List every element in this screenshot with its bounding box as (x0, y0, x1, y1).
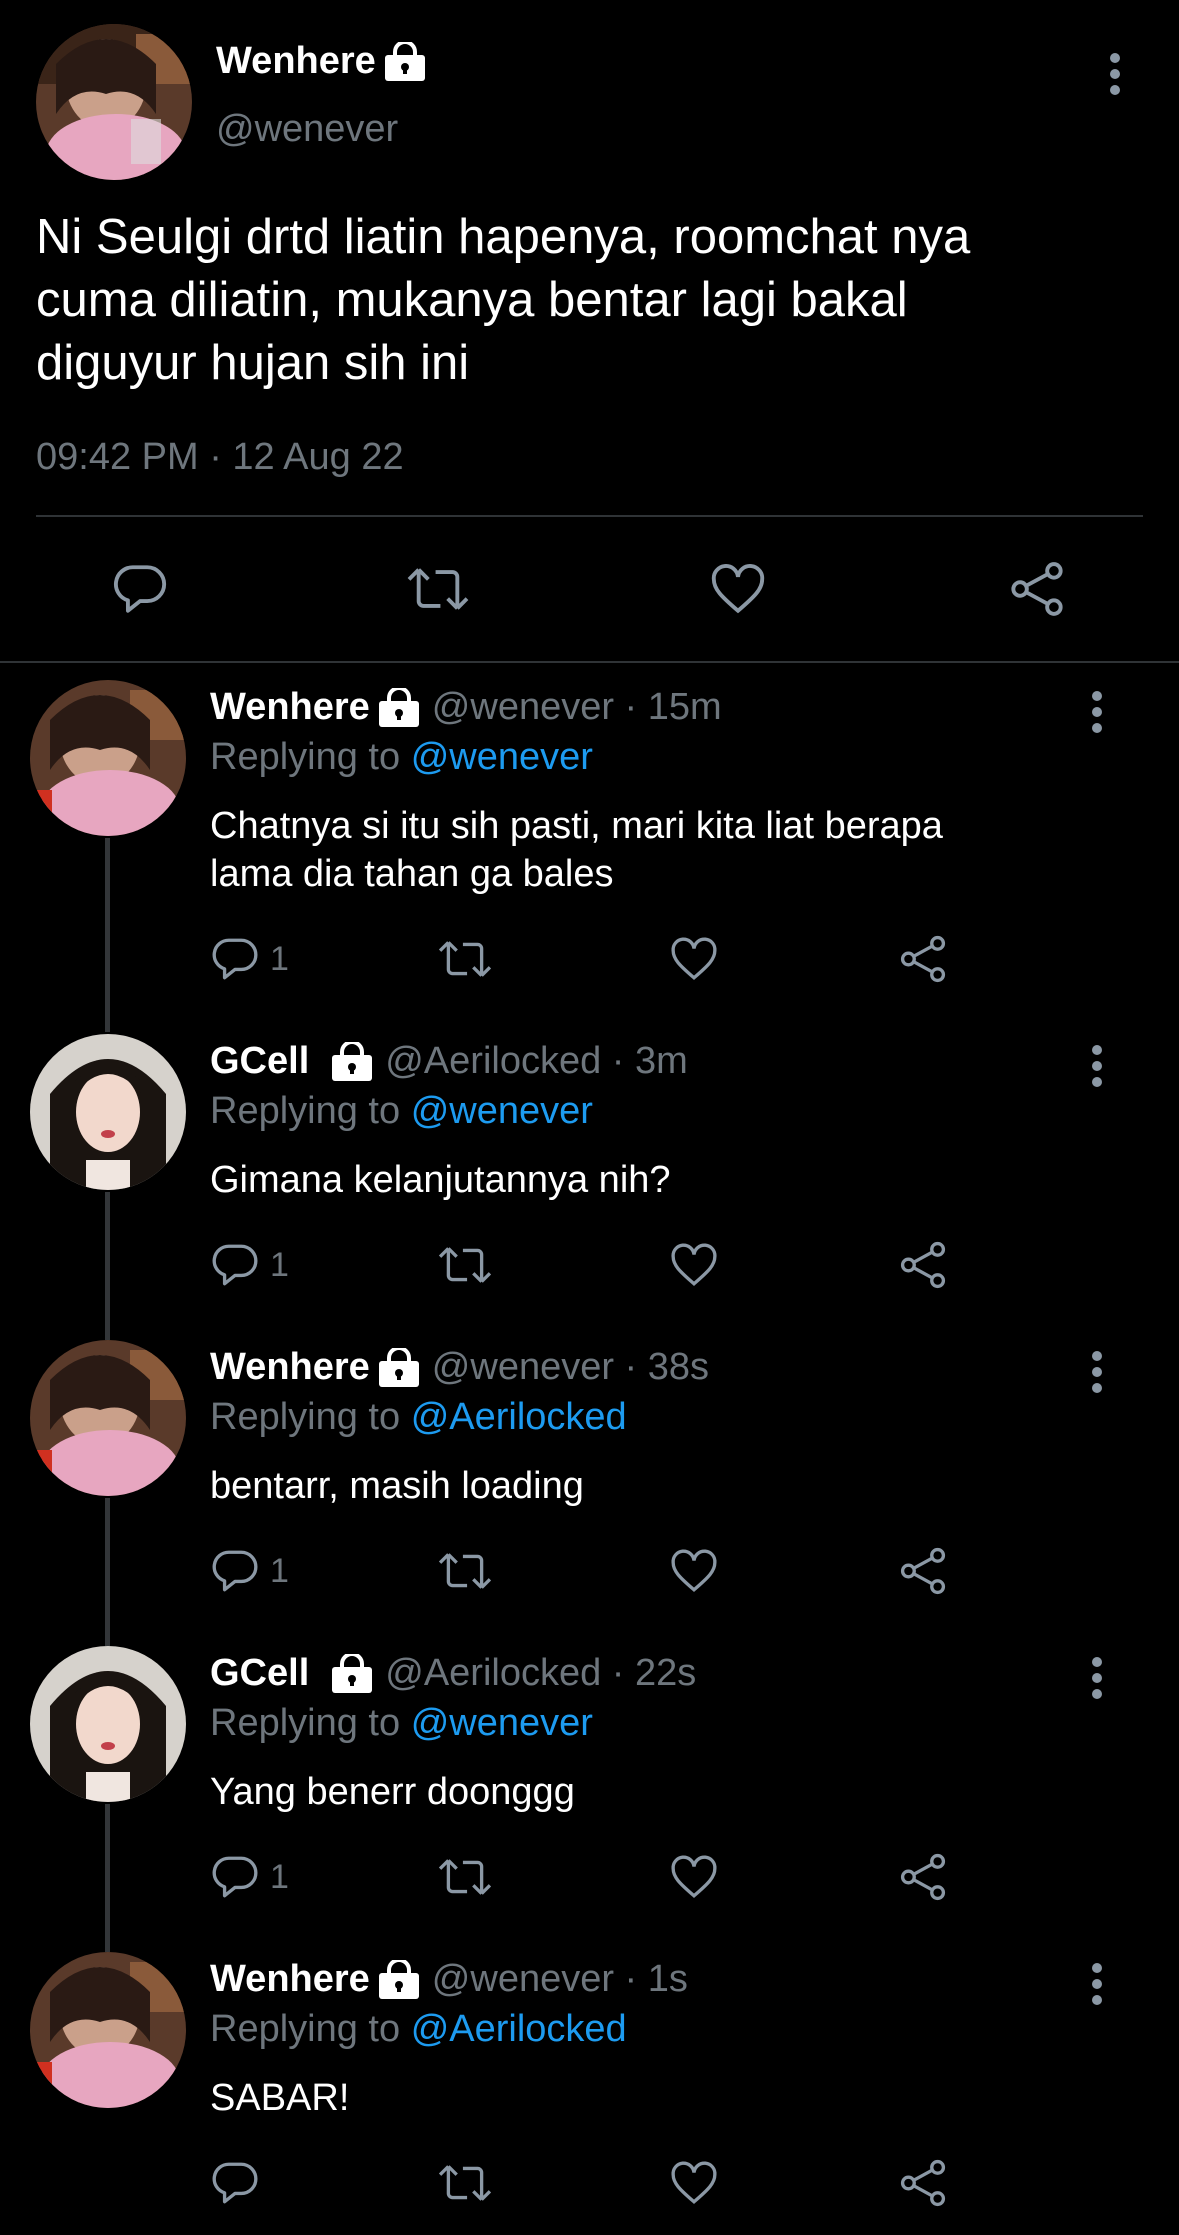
reply-text-line: Chatnya si itu sih pasti, mari kita liat… (210, 805, 943, 847)
more-icon[interactable] (1086, 1656, 1108, 1700)
replying-to-handle[interactable]: @wenever (411, 736, 593, 778)
retweet-icon[interactable] (438, 1240, 492, 1290)
divider (36, 515, 1143, 517)
replying-to-handle[interactable]: @Aerilocked (411, 2008, 627, 2050)
tweet-text-line: cuma diliatin, mukanya bentar lagi bakal (36, 273, 908, 327)
share-icon[interactable] (898, 1852, 948, 1902)
tweet-text: Ni Seulgi drtd liatin hapenya, roomchat … (36, 206, 970, 395)
thread-line (105, 1804, 110, 1952)
divider (0, 661, 1179, 663)
replying-to-label: Replying to (210, 2008, 401, 2050)
like-icon[interactable] (668, 1546, 720, 1596)
display-name[interactable]: GCell (210, 1652, 309, 1695)
reply-text-line: bentarr, masih loading (210, 1465, 584, 1507)
lock-icon (378, 687, 420, 728)
like-icon[interactable] (668, 2158, 720, 2208)
display-name[interactable]: Wenhere (210, 1346, 370, 1389)
avatar[interactable] (36, 24, 192, 180)
reply-icon[interactable] (210, 1852, 260, 1902)
reply-text-line: SABAR! (210, 2077, 350, 2119)
share-icon[interactable] (898, 1240, 948, 1290)
reply-count: 1 (270, 939, 289, 978)
more-icon[interactable] (1104, 52, 1126, 96)
lock-icon (378, 1347, 420, 1388)
handle-time: @wenever · 1s (431, 1958, 688, 2000)
replying-to-handle[interactable]: @wenever (411, 1702, 593, 1744)
handle-time: @Aerilocked · 22s (385, 1652, 697, 1694)
reply-icon[interactable] (210, 2158, 260, 2208)
like-icon[interactable] (668, 934, 720, 984)
replying-to-label: Replying to (210, 736, 401, 778)
reply-button[interactable]: 1 (210, 934, 289, 984)
replying-to-handle[interactable]: @wenever (411, 1090, 593, 1132)
display-name[interactable]: Wenhere (210, 1958, 370, 2001)
reply-icon[interactable] (210, 1546, 260, 1596)
reply-count: 1 (270, 1857, 289, 1896)
reply-icon[interactable] (210, 1240, 260, 1290)
tweet-text-line: Ni Seulgi drtd liatin hapenya, roomchat … (36, 210, 971, 264)
avatar[interactable] (30, 1952, 186, 2108)
replying-to-handle[interactable]: @Aerilocked (411, 1396, 627, 1438)
retweet-icon[interactable] (438, 934, 492, 984)
handle[interactable]: @wenever (216, 108, 398, 151)
display-name[interactable]: Wenhere (210, 686, 370, 729)
lock-icon (378, 1959, 420, 2000)
handle-time: @wenever · 15m (431, 686, 722, 728)
avatar[interactable] (30, 1340, 186, 1496)
reply-button[interactable]: 1 (210, 1852, 289, 1902)
timestamp: 09:42 PM · 12 Aug 22 (36, 436, 404, 478)
reply-icon[interactable] (111, 560, 169, 618)
reply-count: 1 (270, 1551, 289, 1590)
reply-button[interactable]: 1 (210, 1546, 289, 1596)
like-icon[interactable] (668, 1852, 720, 1902)
reply-button[interactable]: 1 (210, 1240, 289, 1290)
avatar[interactable] (30, 1646, 186, 1802)
retweet-icon[interactable] (438, 2158, 492, 2208)
reply-text: SABAR! (210, 2074, 349, 2122)
reply-text: Yang benerr doonggg (210, 1768, 575, 1816)
reply-icon[interactable] (210, 934, 260, 984)
share-icon[interactable] (898, 2158, 948, 2208)
more-icon[interactable] (1086, 1962, 1108, 2006)
reply-text: Gimana kelanjutannya nih? (210, 1156, 671, 1204)
tweet-text-line: diguyur hujan sih ini (36, 336, 470, 390)
retweet-icon[interactable] (438, 1546, 492, 1596)
lock-icon (331, 1041, 373, 1082)
more-icon[interactable] (1086, 690, 1108, 734)
avatar[interactable] (30, 1034, 186, 1190)
like-icon[interactable] (668, 1240, 720, 1290)
handle-time: @Aerilocked · 3m (385, 1040, 688, 1082)
lock-icon (331, 1653, 373, 1694)
more-icon[interactable] (1086, 1044, 1108, 1088)
share-icon[interactable] (898, 934, 948, 984)
reply-count: 1 (270, 1245, 289, 1284)
share-icon[interactable] (898, 1546, 948, 1596)
thread-line (105, 1498, 110, 1646)
replying-to-label: Replying to (210, 1702, 401, 1744)
more-icon[interactable] (1086, 1350, 1108, 1394)
retweet-icon[interactable] (406, 560, 470, 618)
avatar[interactable] (30, 680, 186, 836)
handle-time: @wenever · 38s (431, 1346, 710, 1388)
reply-text-line: Gimana kelanjutannya nih? (210, 1159, 671, 1201)
replying-to-label: Replying to (210, 1396, 401, 1438)
thread-line (105, 838, 110, 1032)
replying-to-label: Replying to (210, 1090, 401, 1132)
reply-text-line: Yang benerr doonggg (210, 1771, 575, 1813)
retweet-icon[interactable] (438, 1852, 492, 1902)
lock-icon (384, 41, 426, 82)
reply-text: bentarr, masih loading (210, 1462, 584, 1510)
display-name[interactable]: GCell (210, 1040, 309, 1083)
reply-text: Chatnya si itu sih pasti, mari kita liat… (210, 802, 943, 898)
reply-text-line: lama dia tahan ga bales (210, 853, 614, 895)
like-icon[interactable] (708, 560, 768, 618)
thread-line (105, 1192, 110, 1340)
reply-button[interactable] (210, 2158, 270, 2208)
display-name[interactable]: Wenhere (216, 40, 376, 83)
share-icon[interactable] (1008, 560, 1066, 618)
